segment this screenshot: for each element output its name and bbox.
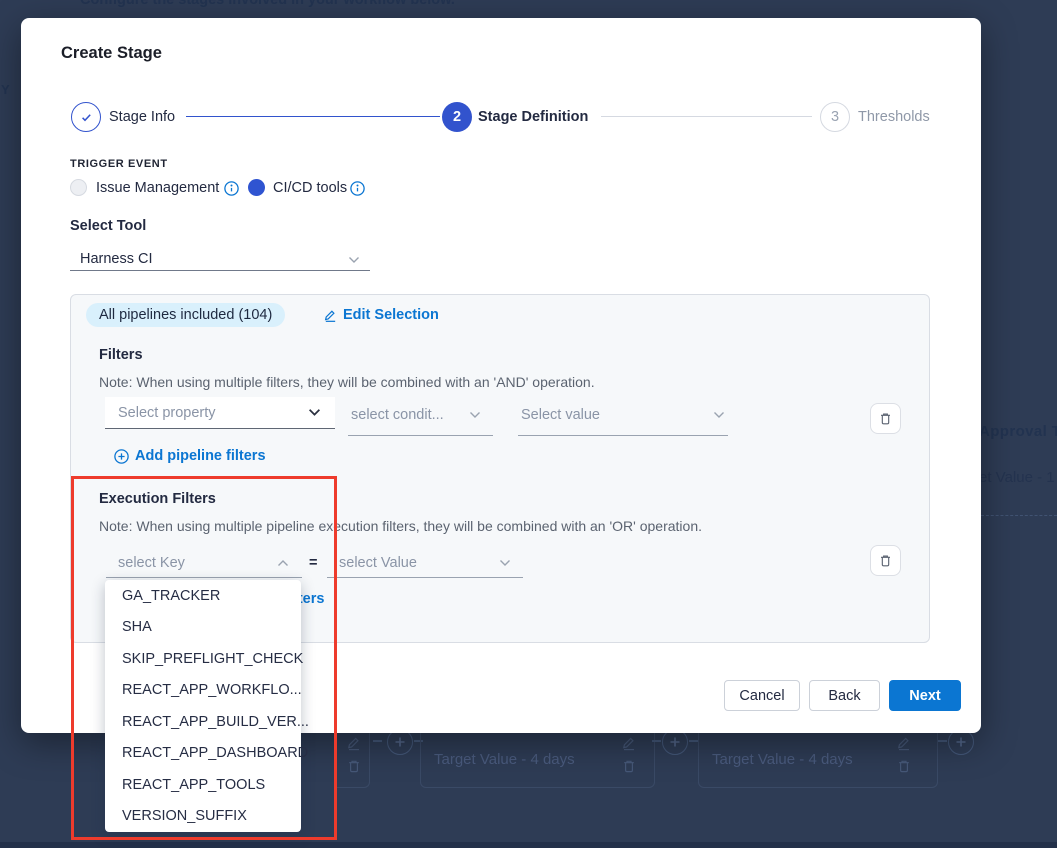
- stage-card-label: Target Value - 4 days: [712, 751, 853, 768]
- filters-title: Filters: [99, 347, 143, 363]
- trash-icon: [346, 758, 362, 774]
- background-stage-card: [337, 724, 370, 788]
- cancel-button[interactable]: Cancel: [724, 680, 800, 711]
- step-thresholds-label: Thresholds: [858, 109, 930, 125]
- step-stage-definition-label: Stage Definition: [478, 109, 588, 125]
- trash-icon: [896, 758, 912, 774]
- select-tool-label: Select Tool: [70, 218, 146, 234]
- background-dashed-line: [981, 515, 1057, 516]
- step-number: 2: [453, 109, 461, 125]
- select-tool-value[interactable]: Harness CI: [80, 251, 153, 267]
- field-underline: [348, 435, 493, 436]
- next-button[interactable]: Next: [889, 680, 961, 711]
- edit-icon: [896, 735, 912, 751]
- step-number: 3: [831, 109, 839, 125]
- add-circle-icon: [114, 449, 129, 464]
- delete-execution-filter-button[interactable]: [870, 545, 901, 576]
- field-underline: [518, 435, 728, 436]
- background-footer-strip: [0, 842, 1057, 848]
- chevron-down-icon: [308, 408, 321, 417]
- edit-icon: [323, 308, 338, 323]
- background-column-header: Approval Ti: [979, 423, 1057, 440]
- edit-selection-link[interactable]: Edit Selection: [343, 307, 439, 323]
- step-connector: [601, 116, 812, 117]
- stage-card-label: Target Value - 4 days: [434, 751, 575, 768]
- connector-dashes: [652, 740, 661, 742]
- pipelines-included-badge: All pipelines included (104): [86, 303, 285, 327]
- background-left-fragment: Y: [1, 82, 10, 97]
- step-connector: [186, 116, 440, 117]
- field-underline: [327, 577, 523, 578]
- background-subtitle: Configure the stages involved in your wo…: [80, 0, 455, 8]
- step-stage-info-label: Stage Info: [109, 109, 175, 125]
- step-stage-definition[interactable]: 2: [442, 102, 472, 132]
- select-value-dropdown[interactable]: Select value: [521, 407, 600, 423]
- radio-issue-management[interactable]: [70, 179, 87, 196]
- radio-cicd-tools-label: CI/CD tools: [273, 180, 347, 196]
- chevron-down-icon: [499, 559, 511, 567]
- modal-title: Create Stage: [61, 44, 162, 63]
- connector-dashes: [938, 740, 947, 742]
- edit-icon: [346, 735, 362, 751]
- back-button[interactable]: Back: [809, 680, 880, 711]
- annotation-highlight-box: [71, 476, 337, 840]
- trash-icon: [878, 553, 893, 568]
- connector-dashes: [373, 740, 382, 742]
- delete-filter-button[interactable]: [870, 403, 901, 434]
- radio-cicd-tools[interactable]: [248, 179, 265, 196]
- info-icon[interactable]: [350, 181, 365, 196]
- step-stage-info[interactable]: [71, 102, 101, 132]
- chevron-down-icon[interactable]: [348, 256, 360, 264]
- screen: Configure the stages involved in your wo…: [0, 0, 1057, 848]
- edit-icon: [621, 735, 637, 751]
- chevron-down-icon: [713, 411, 725, 419]
- select-exec-value-dropdown[interactable]: select Value: [339, 555, 417, 571]
- trigger-event-label: TRIGGER EVENT: [70, 158, 168, 170]
- background-cell-value: et Value - 1: [979, 469, 1055, 486]
- filters-note: Note: When using multiple filters, they …: [99, 374, 595, 390]
- select-condition-dropdown[interactable]: select condit...: [351, 407, 444, 423]
- step-thresholds[interactable]: 3: [820, 102, 850, 132]
- select-property-dropdown[interactable]: Select property: [105, 397, 335, 429]
- add-pipeline-filters-link[interactable]: Add pipeline filters: [135, 448, 266, 464]
- info-icon[interactable]: [224, 181, 239, 196]
- connector-dashes: [689, 740, 698, 742]
- trash-icon: [621, 758, 637, 774]
- check-icon: [79, 110, 94, 125]
- radio-issue-management-label: Issue Management: [96, 180, 219, 196]
- select-tool-underline: [70, 270, 370, 271]
- chevron-down-icon: [469, 411, 481, 419]
- trash-icon: [878, 411, 893, 426]
- select-property-placeholder: Select property: [118, 405, 308, 421]
